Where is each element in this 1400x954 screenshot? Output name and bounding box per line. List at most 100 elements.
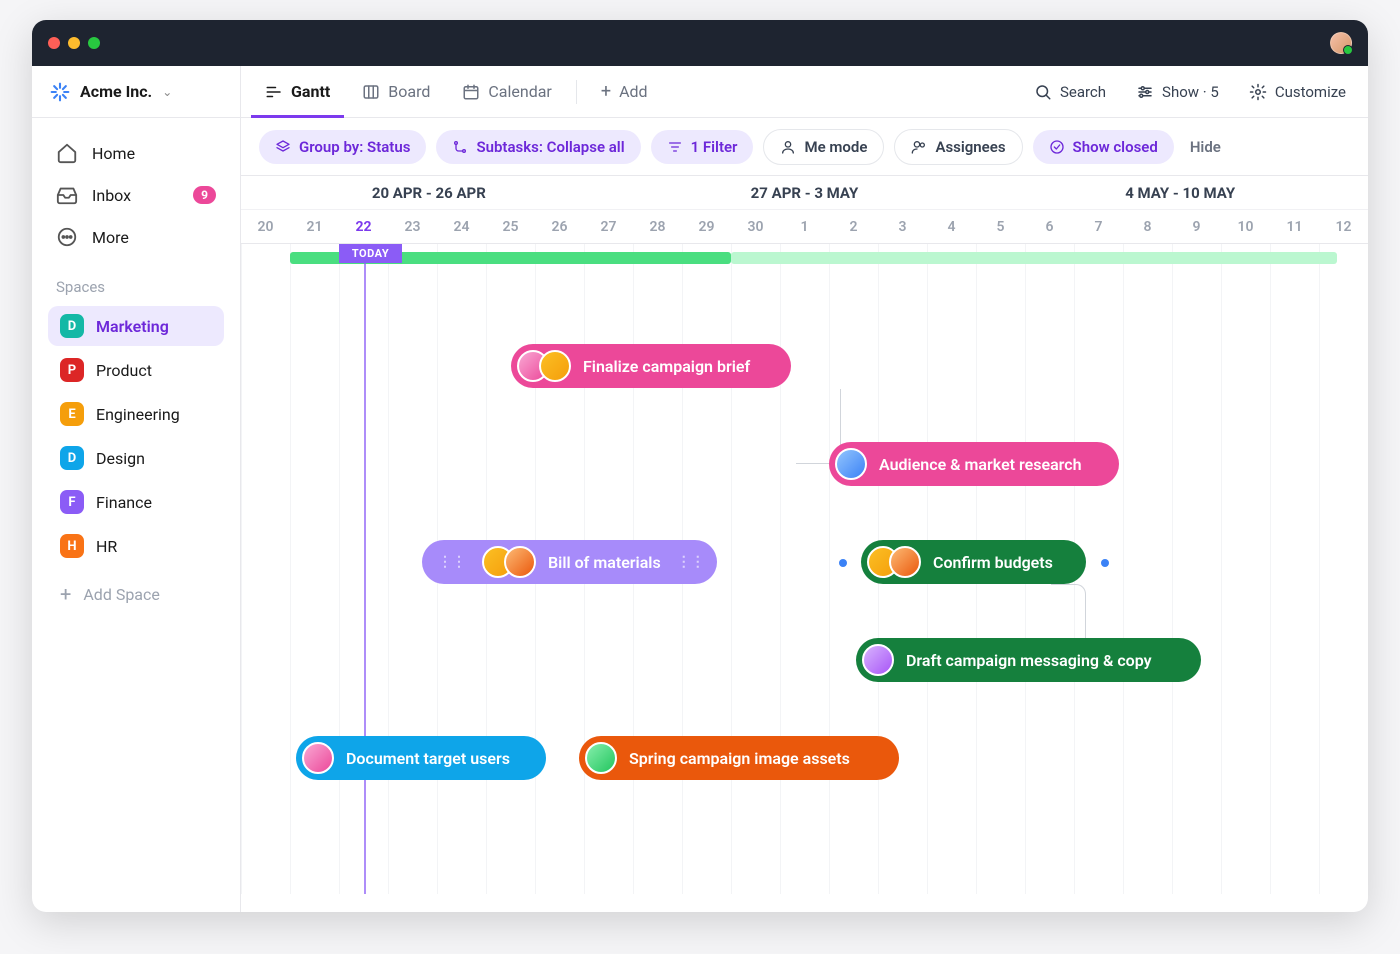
assignees-pill[interactable]: Assignees xyxy=(894,129,1022,165)
filter-label: 1 Filter xyxy=(691,138,738,156)
week-label: 27 APR - 3 MAY xyxy=(617,176,993,209)
subtasks-pill[interactable]: Subtasks: Collapse all xyxy=(436,130,640,164)
workspace-switcher[interactable]: Acme Inc. ⌄ xyxy=(32,66,240,118)
day-label: 9 xyxy=(1172,210,1221,243)
space-badge-icon: D xyxy=(60,446,84,470)
task-finalize-campaign-brief[interactable]: Finalize campaign brief xyxy=(511,344,791,388)
day-label: 2 xyxy=(829,210,878,243)
task-label: Audience & market research xyxy=(879,455,1082,474)
day-label: 20 xyxy=(241,210,290,243)
hide-button[interactable]: Hide xyxy=(1190,138,1221,156)
chevron-down-icon: ⌄ xyxy=(162,85,172,99)
space-badge-icon: F xyxy=(60,490,84,514)
nav-home-label: Home xyxy=(92,144,135,163)
nav-more-label: More xyxy=(92,228,129,247)
filter-pill[interactable]: 1 Filter xyxy=(651,130,754,164)
day-label: 6 xyxy=(1025,210,1074,243)
task-spring-assets[interactable]: Spring campaign image assets xyxy=(579,736,899,780)
drag-handle-icon[interactable]: ⋮⋮ xyxy=(434,554,470,570)
week-label: 4 MAY - 10 MAY xyxy=(992,176,1368,209)
sliders-icon xyxy=(1136,83,1154,101)
task-avatars xyxy=(835,448,867,480)
gantt-body[interactable]: Finalize campaign brief Audience & marke… xyxy=(241,244,1368,894)
traffic-lights xyxy=(48,37,100,49)
dependency-dot xyxy=(839,559,847,567)
space-product[interactable]: P Product xyxy=(48,350,224,390)
subtasks-label: Subtasks: Collapse all xyxy=(476,138,624,156)
space-label: Design xyxy=(96,449,145,468)
day-label: 21 xyxy=(290,210,339,243)
tab-calendar[interactable]: Calendar xyxy=(448,66,565,118)
nav-home[interactable]: Home xyxy=(48,132,224,174)
add-view-button[interactable]: + Add xyxy=(587,66,662,118)
day-label: 27 xyxy=(584,210,633,243)
space-badge-icon: D xyxy=(60,314,84,338)
add-space-label: Add Space xyxy=(83,585,160,604)
filter-bar: Group by: Status Subtasks: Collapse all … xyxy=(241,118,1368,176)
more-icon xyxy=(56,226,78,248)
space-badge-icon: H xyxy=(60,534,84,558)
day-label: 1 xyxy=(780,210,829,243)
space-label: Engineering xyxy=(96,405,180,424)
space-hr[interactable]: H HR xyxy=(48,526,224,566)
me-mode-pill[interactable]: Me mode xyxy=(763,129,884,165)
space-label: HR xyxy=(96,537,117,556)
day-label: 3 xyxy=(878,210,927,243)
tab-label: Board xyxy=(388,82,430,101)
customize-button[interactable]: Customize xyxy=(1237,77,1358,107)
customize-label: Customize xyxy=(1275,83,1346,101)
space-design[interactable]: D Design xyxy=(48,438,224,478)
avatar-icon xyxy=(504,546,536,578)
task-avatars xyxy=(862,644,894,676)
add-space-button[interactable]: + Add Space xyxy=(44,572,228,616)
tab-board[interactable]: Board xyxy=(348,66,444,118)
space-label: Marketing xyxy=(96,317,169,336)
close-window-icon[interactable] xyxy=(48,37,60,49)
task-avatars xyxy=(302,742,334,774)
day-header: 2021222324252627282930123456789101112 xyxy=(241,210,1368,244)
day-label: 26 xyxy=(535,210,584,243)
minimize-window-icon[interactable] xyxy=(68,37,80,49)
space-finance[interactable]: F Finance xyxy=(48,482,224,522)
current-user-avatar[interactable] xyxy=(1330,32,1352,54)
day-label: 25 xyxy=(486,210,535,243)
plus-icon: + xyxy=(60,584,71,604)
task-bill-of-materials[interactable]: ⋮⋮ Bill of materials ⋮⋮ xyxy=(422,540,717,584)
day-label: 22 xyxy=(339,210,388,243)
check-circle-icon xyxy=(1049,139,1065,155)
avatar-icon xyxy=(835,448,867,480)
show-button[interactable]: Show · 5 xyxy=(1124,77,1231,107)
task-label: Bill of materials xyxy=(548,553,661,572)
inbox-icon xyxy=(56,184,78,206)
day-label: 10 xyxy=(1221,210,1270,243)
day-label: 23 xyxy=(388,210,437,243)
drag-handle-icon[interactable]: ⋮⋮ xyxy=(673,554,709,570)
nav-inbox[interactable]: Inbox 9 xyxy=(48,174,224,216)
maximize-window-icon[interactable] xyxy=(88,37,100,49)
task-audience-research[interactable]: Audience & market research xyxy=(829,442,1119,486)
tab-label: Add xyxy=(619,82,647,101)
space-engineering[interactable]: E Engineering xyxy=(48,394,224,434)
search-button[interactable]: Search xyxy=(1022,77,1118,107)
search-icon xyxy=(1034,83,1052,101)
tab-gantt[interactable]: Gantt xyxy=(251,66,344,118)
week-label: 20 APR - 26 APR xyxy=(241,176,617,209)
avatar-icon xyxy=(889,546,921,578)
subtasks-icon xyxy=(452,139,468,155)
show-closed-pill[interactable]: Show closed xyxy=(1033,130,1174,164)
space-marketing[interactable]: D Marketing xyxy=(48,306,224,346)
day-label: 4 xyxy=(927,210,976,243)
avatar-icon xyxy=(585,742,617,774)
me-mode-label: Me mode xyxy=(804,138,867,156)
task-draft-messaging[interactable]: Draft campaign messaging & copy xyxy=(856,638,1201,682)
avatar-icon xyxy=(302,742,334,774)
task-confirm-budgets[interactable]: Confirm budgets xyxy=(861,540,1086,584)
nav-more[interactable]: More xyxy=(48,216,224,258)
group-by-pill[interactable]: Group by: Status xyxy=(259,130,426,164)
day-label: 30 xyxy=(731,210,780,243)
tab-label: Calendar xyxy=(488,82,551,101)
workspace-name: Acme Inc. xyxy=(80,82,152,101)
tab-label: Gantt xyxy=(291,82,330,101)
task-avatars xyxy=(517,350,571,382)
task-document-users[interactable]: Document target users xyxy=(296,736,546,780)
